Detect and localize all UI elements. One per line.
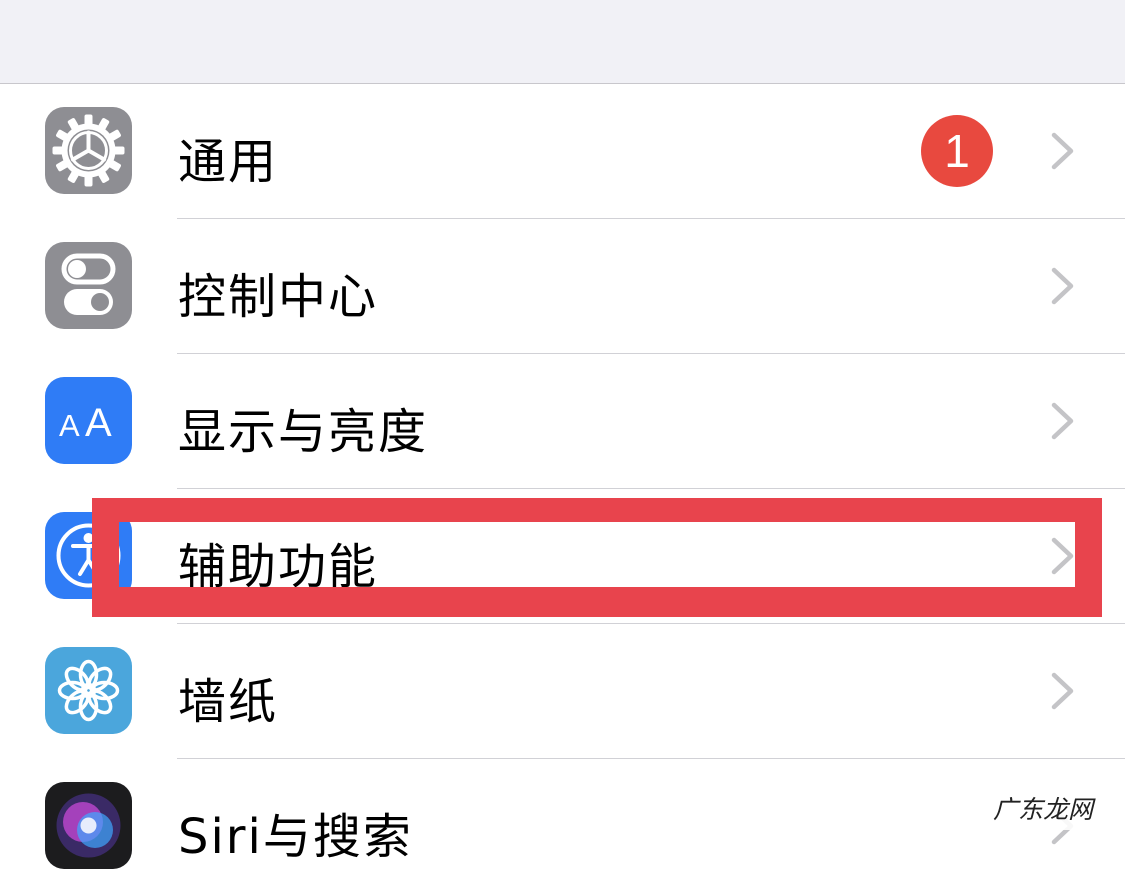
- settings-row-label: 辅助功能: [178, 539, 379, 595]
- svg-text:A: A: [85, 401, 112, 445]
- gear-icon: [45, 107, 132, 194]
- toggles-icon: [45, 242, 132, 329]
- settings-row-accessibility[interactable]: 辅助功能: [0, 489, 1125, 624]
- siri-icon: [45, 782, 132, 869]
- chevron-right-icon: [1051, 672, 1074, 710]
- settings-row-label: 通用: [178, 134, 279, 190]
- flower-icon: [45, 647, 132, 734]
- settings-row-display-brightness[interactable]: A A 显示与亮度: [0, 354, 1125, 489]
- settings-row-label: Siri与搜索: [178, 809, 413, 865]
- svg-text:A: A: [59, 408, 80, 443]
- chevron-right-icon: [1051, 537, 1074, 575]
- accessibility-icon: [45, 512, 132, 599]
- watermark: 广东龙网: [988, 790, 1098, 830]
- settings-row-general[interactable]: 通用 1: [0, 84, 1125, 219]
- settings-row-wallpaper[interactable]: 墙纸: [0, 624, 1125, 759]
- notification-badge: 1: [921, 115, 993, 187]
- settings-row-label: 墙纸: [178, 674, 279, 730]
- chevron-right-icon: [1051, 267, 1074, 305]
- settings-row-label: 控制中心: [178, 269, 379, 325]
- settings-row-label: 显示与亮度: [178, 404, 429, 460]
- nav-bar-area: [0, 0, 1125, 84]
- chevron-right-icon: [1051, 402, 1074, 440]
- chevron-right-icon: [1051, 132, 1074, 170]
- settings-row-control-center[interactable]: 控制中心: [0, 219, 1125, 354]
- text-size-icon: A A: [45, 377, 132, 464]
- settings-row-siri-search[interactable]: Siri与搜索: [0, 759, 1125, 894]
